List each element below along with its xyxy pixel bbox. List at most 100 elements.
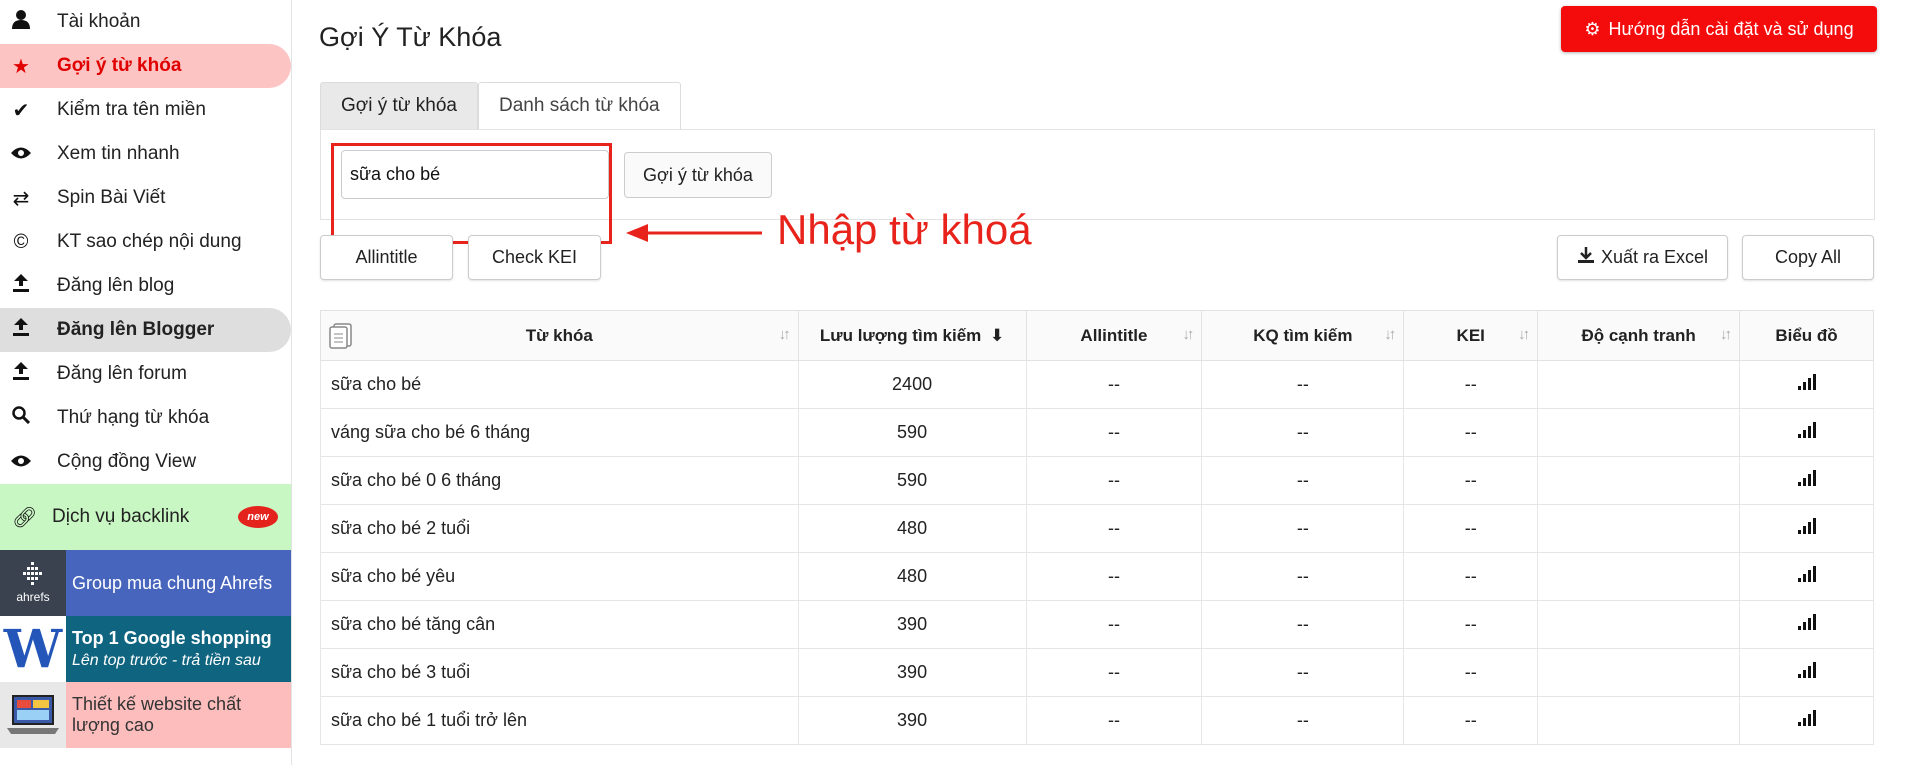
sort-icon[interactable]: ↓↑ — [779, 326, 791, 343]
results-cell: -- — [1201, 408, 1405, 457]
table-row[interactable]: sữa cho bé tăng cân 390 -- -- -- — [320, 600, 1874, 649]
promo-web-design[interactable]: Thiết kế website chất lượng cao — [0, 682, 291, 748]
eye-icon — [10, 451, 32, 474]
table-row[interactable]: sữa cho bé 2 tuổi 480 -- -- -- — [320, 504, 1874, 553]
export-excel-button[interactable]: Xuất ra Excel — [1557, 235, 1728, 280]
chart-cell[interactable] — [1739, 408, 1874, 457]
sidebar-item-label: Dịch vụ backlink — [52, 506, 190, 527]
sort-icon[interactable]: ↓↑ — [1384, 326, 1396, 343]
sidebar-item-keyword-rank[interactable]: Thứ hạng từ khóa — [0, 396, 291, 440]
results-cell: -- — [1201, 504, 1405, 553]
chart-cell[interactable] — [1739, 504, 1874, 553]
tab-keyword-list[interactable]: Danh sách từ khóa — [478, 82, 681, 129]
table-row[interactable]: sữa cho bé 3 tuổi 390 -- -- -- — [320, 648, 1874, 697]
upload-icon — [10, 362, 32, 386]
guide-button-label: Hướng dẫn cài đặt và sử dụng — [1608, 18, 1854, 39]
keyword-cell: sữa cho bé tăng cân — [320, 600, 799, 649]
sort-desc-icon[interactable]: ⬇ — [990, 326, 1004, 345]
competition-cell — [1537, 552, 1741, 601]
table-row[interactable]: sữa cho bé 1 tuổi trở lên 390 -- -- -- — [320, 696, 1874, 745]
w-logo: W — [0, 616, 66, 682]
sidebar-item-keyword-suggest[interactable]: ★ Gợi ý từ khóa — [0, 44, 291, 88]
sidebar-item-label: Spin Bài Viết — [57, 187, 166, 208]
sidebar-item-account[interactable]: Tài khoản — [0, 0, 291, 44]
sidebar-item-backlink[interactable]: 🔗︎ Dịch vụ backlink new — [0, 484, 291, 550]
chart-cell[interactable] — [1739, 456, 1874, 505]
promo-ahrefs[interactable]: ahrefs Group mua chung Ahrefs — [0, 550, 291, 616]
download-icon — [1577, 246, 1595, 269]
competition-cell — [1537, 360, 1741, 409]
keyword-cell: váng sữa cho bé 6 tháng — [320, 408, 799, 457]
copy-all-button[interactable]: Copy All — [1742, 235, 1874, 280]
sidebar-item-label: Tài khoản — [57, 11, 141, 32]
allintitle-cell: -- — [1025, 504, 1203, 553]
chart-cell[interactable] — [1739, 360, 1874, 409]
column-header-volume[interactable]: Lưu lượng tìm kiếm ⬇ — [797, 310, 1027, 361]
sidebar-item-plagiarism[interactable]: © KT sao chép nội dung — [0, 220, 291, 264]
promo-text: Thiết kế website chất lượng cao — [72, 694, 242, 735]
sidebar-item-label: Đăng lên Blogger — [57, 319, 215, 340]
chart-cell[interactable] — [1739, 648, 1874, 697]
results-cell: -- — [1201, 360, 1405, 409]
column-header-allintitle[interactable]: Allintitle ↓↑ — [1025, 310, 1203, 361]
guide-button[interactable]: ⚙ Hướng dẫn cài đặt và sử dụng — [1561, 6, 1877, 52]
sort-icon[interactable]: ↓↑ — [1182, 326, 1194, 343]
volume-cell: 2400 — [797, 360, 1027, 409]
results-cell: -- — [1201, 552, 1405, 601]
competition-cell — [1537, 456, 1741, 505]
sidebar-item-label: Đăng lên forum — [57, 363, 187, 384]
sort-icon[interactable]: ↓↑ — [1720, 326, 1732, 343]
bar-chart-icon[interactable] — [1797, 614, 1816, 630]
kei-cell: -- — [1403, 504, 1539, 553]
competition-cell — [1537, 504, 1741, 553]
promo-subtitle: Lên top trước - trả tiền sau — [72, 652, 261, 669]
sidebar-item-spin[interactable]: ⇄ Spin Bài Viết — [0, 176, 291, 220]
sidebar-item-post-forum[interactable]: Đăng lên forum — [0, 352, 291, 396]
results-cell: -- — [1201, 696, 1405, 745]
sidebar-item-quick-news[interactable]: Xem tin nhanh — [0, 132, 291, 176]
table-row[interactable]: sữa cho bé 2400 -- -- -- — [320, 360, 1874, 409]
shuffle-icon: ⇄ — [12, 187, 30, 210]
volume-cell: 390 — [797, 696, 1027, 745]
column-header-competition[interactable]: Độ cạnh tranh ↓↑ — [1537, 310, 1741, 361]
sort-icon[interactable]: ↓↑ — [1518, 326, 1530, 343]
chart-cell[interactable] — [1739, 552, 1874, 601]
kei-cell: -- — [1403, 552, 1539, 601]
upload-icon — [10, 274, 32, 298]
column-label: KEI — [1456, 325, 1485, 345]
table-row[interactable]: sữa cho bé 0 6 tháng 590 -- -- -- — [320, 456, 1874, 505]
table-row[interactable]: sữa cho bé yêu 480 -- -- -- — [320, 552, 1874, 601]
bar-chart-icon[interactable] — [1797, 422, 1816, 438]
bar-chart-icon[interactable] — [1797, 566, 1816, 582]
sidebar-item-domain-check[interactable]: ✔ Kiểm tra tên miền — [0, 88, 291, 132]
sidebar-item-post-blog[interactable]: Đăng lên blog — [0, 264, 291, 308]
keyword-cell: sữa cho bé — [320, 360, 799, 409]
competition-cell — [1537, 696, 1741, 745]
column-header-kei[interactable]: KEI ↓↑ — [1403, 310, 1539, 361]
bar-chart-icon[interactable] — [1797, 710, 1816, 726]
chart-cell[interactable] — [1739, 696, 1874, 745]
column-header-keyword[interactable]: Từ khóa ↓↑ — [320, 310, 799, 361]
kei-cell: -- — [1403, 456, 1539, 505]
sidebar: Tài khoản ★ Gợi ý từ khóa ✔ Kiểm tra tên… — [0, 0, 292, 765]
user-icon — [10, 9, 32, 35]
tab-keyword-suggest[interactable]: Gợi ý từ khóa — [320, 82, 478, 129]
column-header-results[interactable]: KQ tìm kiếm ↓↑ — [1201, 310, 1405, 361]
check-kei-button[interactable]: Check KEI — [468, 235, 601, 280]
competition-cell — [1537, 408, 1741, 457]
copy-icon[interactable] — [329, 323, 353, 354]
promo-google-shopping[interactable]: W Top 1 Google shopping Lên top trước - … — [0, 616, 291, 682]
bar-chart-icon[interactable] — [1797, 470, 1816, 486]
bar-chart-icon[interactable] — [1797, 518, 1816, 534]
suggest-button[interactable]: Gợi ý từ khóa — [624, 152, 772, 198]
table-row[interactable]: váng sữa cho bé 6 tháng 590 -- -- -- — [320, 408, 1874, 457]
bar-chart-icon[interactable] — [1797, 662, 1816, 678]
tabs: Gợi ý từ khóa Danh sách từ khóa — [320, 82, 681, 129]
volume-cell: 590 — [797, 408, 1027, 457]
chart-cell[interactable] — [1739, 600, 1874, 649]
bar-chart-icon[interactable] — [1797, 374, 1816, 390]
allintitle-button[interactable]: Allintitle — [320, 235, 453, 280]
sidebar-item-label: Thứ hạng từ khóa — [57, 407, 210, 428]
sidebar-item-post-blogger[interactable]: Đăng lên Blogger — [0, 308, 291, 352]
sidebar-item-community[interactable]: Cộng đồng View — [0, 440, 291, 484]
